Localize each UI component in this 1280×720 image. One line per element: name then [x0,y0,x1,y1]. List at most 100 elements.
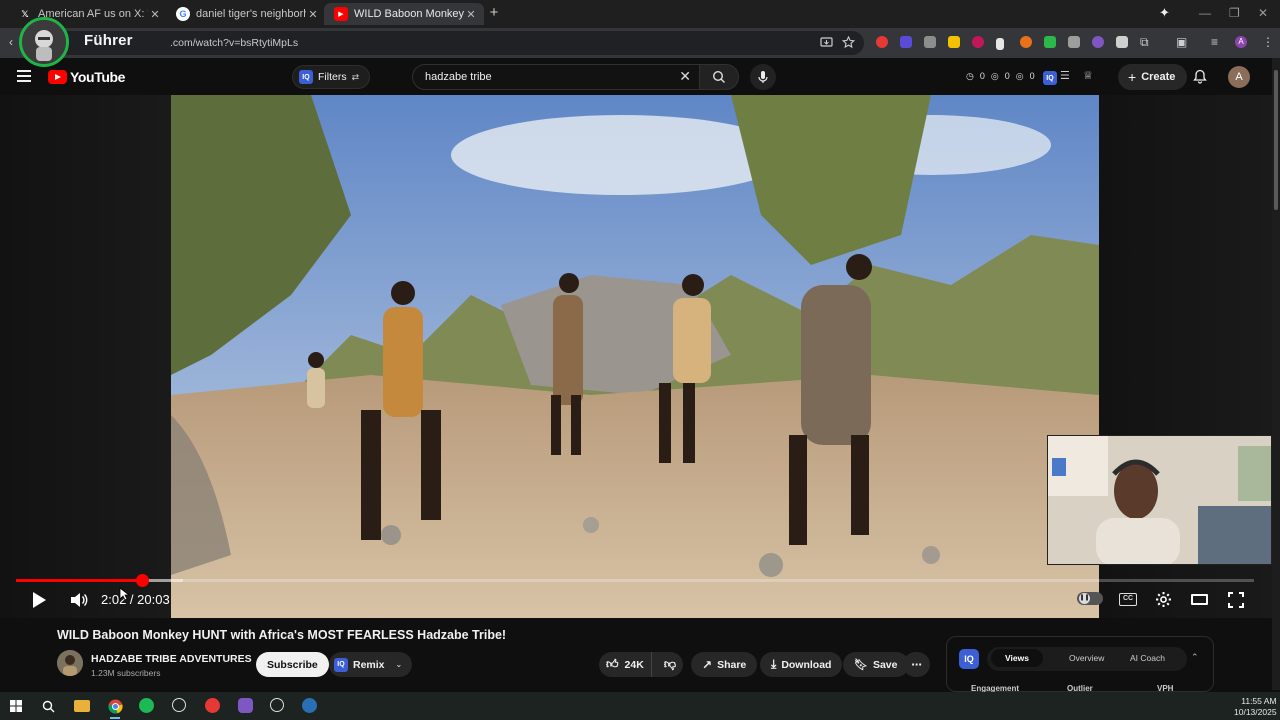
bookmark-icon: 🔖︎ [854,659,868,671]
create-button[interactable]: + Create [1118,64,1188,90]
played-bar [16,579,142,582]
create-label: Create [1141,71,1176,83]
extension-orange-icon[interactable] [1020,36,1032,48]
profile-avatar-icon[interactable]: A [1235,36,1247,48]
tab-title: American AF us on X: "One of th [38,8,148,20]
clock-date: 10/13/2025 [1234,707,1277,717]
channel-avatar[interactable] [57,650,83,676]
menu-hamburger-icon[interactable] [17,70,31,85]
fullscreen-icon[interactable] [1228,592,1244,608]
user-avatar[interactable]: A [1228,66,1250,88]
discord-icon[interactable] [238,698,253,713]
extension-red-icon[interactable] [876,36,888,48]
save-button[interactable]: 🔖︎ Save [843,652,909,677]
close-window-icon[interactable]: ✕ [1258,6,1268,20]
autoplay-toggle[interactable]: ❚❚ [1077,592,1103,605]
share-button[interactable]: ↗ Share [691,652,758,677]
file-explorer-icon[interactable] [74,700,90,712]
google-icon: G [176,7,190,21]
voice-search-button[interactable] [750,64,776,90]
more-menu-icon[interactable]: ⋮ [1262,35,1274,49]
extension-grey-icon[interactable] [924,36,936,48]
video-progress-bar[interactable] [16,574,1254,587]
extension-download-icon[interactable] [996,38,1004,50]
vidiq-logo-icon: IQ [959,649,979,669]
chrome-icon[interactable] [107,698,123,719]
sliders-icon: ⇄ [351,71,360,82]
mouse-cursor-icon [119,587,129,601]
captions-icon[interactable]: CC [1119,593,1137,606]
tab-title: WILD Baboon Monkey HUNT w [354,8,464,20]
volume-icon[interactable] [70,592,88,608]
vidiq-icon: IQ [334,657,348,672]
close-tab-icon[interactable]: ✕ [148,8,162,21]
extension-purple-icon[interactable] [1092,36,1104,48]
player-letterbox-left [0,95,171,618]
search-button[interactable] [699,64,739,90]
time-display: 2:02 / 20:03 [101,592,170,607]
download-button[interactable]: ⤓ Download [760,652,843,677]
browser-tab-youtube[interactable]: ▶ WILD Baboon Monkey HUNT w ✕ [324,3,484,25]
clear-search-icon[interactable]: ✕ [679,68,691,85]
extension-yellow-icon[interactable] [948,36,960,48]
app-circle-icon[interactable] [270,698,284,712]
like-button[interactable]: 👍︎ 24K [599,652,652,677]
close-tab-icon[interactable]: ✕ [306,8,320,21]
video-player[interactable]: 2:02 / 20:03 ❚❚ CC [0,95,1272,618]
steam-icon[interactable] [302,698,317,713]
vidiq-tab-ai-coach[interactable]: AI Coach [1130,653,1165,663]
remix-button[interactable]: IQ Remix ⌄ [329,652,413,677]
extensions-puzzle-icon[interactable]: ⧉ [1140,35,1149,50]
share-arrow-icon: ↗ [702,657,713,672]
vidiq-tab-views[interactable]: Views [991,649,1043,667]
pokeball-app-icon[interactable] [205,698,220,713]
spotify-icon[interactable] [139,698,154,713]
notifications-bell-icon[interactable] [1193,69,1207,84]
stat-value: 0 [1029,71,1035,81]
thumbs-up-icon: 👍︎ [606,657,619,671]
page-scrollbar[interactable] [1272,58,1280,690]
extension-green-icon[interactable] [1044,36,1056,48]
channel-name[interactable]: HADZABE TRIBE ADVENTURES [91,653,252,665]
extension-gamepad-icon[interactable] [1116,36,1128,48]
search-icon [712,70,725,83]
trophy-icon[interactable]: ♕ [1083,69,1093,82]
extension-translate-icon[interactable] [1068,36,1080,48]
system-clock[interactable]: 11:55 AM 10/13/2025 [1234,696,1277,718]
vidiq-filters-button[interactable]: IQ Filters ⇄ [292,65,371,89]
video-title: WILD Baboon Monkey HUNT with Africa's MO… [57,628,507,642]
sidepanel-icon[interactable]: ▣ [1176,35,1187,49]
more-horizontal-icon: ⋯ [911,658,922,671]
back-arrow-icon[interactable]: ‹ [9,35,13,49]
new-tab-icon[interactable]: + [486,5,502,21]
share-label: Share [717,658,747,671]
theater-mode-icon[interactable] [1191,594,1208,605]
more-actions-button[interactable]: ⋯ [903,652,930,677]
obs-icon[interactable] [172,698,186,712]
dislike-button[interactable]: 👎︎ [657,652,683,677]
sparkle-icon[interactable]: ✦ [1159,5,1170,21]
scrollbar-thumb[interactable] [1274,70,1278,210]
windows-start-icon[interactable] [8,698,24,714]
settings-gear-icon[interactable] [1155,591,1172,608]
vidiq-icon[interactable]: IQ [1043,71,1057,85]
extension-pink-icon[interactable] [972,36,984,48]
bookmark-star-icon[interactable] [842,36,855,49]
tab-search-icon[interactable]: ≡ [1211,35,1218,49]
minimize-icon[interactable]: — [1199,6,1211,20]
scrubber-handle[interactable] [135,574,149,587]
extension-s-icon[interactable] [900,36,912,48]
restore-icon[interactable]: ❐ [1229,6,1240,20]
collapse-chevron-icon[interactable]: ⌃ [1191,652,1199,663]
subscribe-button[interactable]: Subscribe [256,652,329,677]
browser-tab-google[interactable]: G daniel tiger's neighborhood - G ✕ [166,3,326,25]
play-icon[interactable] [30,590,48,610]
search-icon[interactable] [40,698,56,714]
close-tab-icon[interactable]: ✕ [464,8,478,21]
search-input[interactable]: hadzabe tribe ✕ [412,64,700,90]
vidiq-tab-overview[interactable]: Overview [1069,653,1104,663]
install-app-icon[interactable] [820,36,833,49]
vidiq-list-icon[interactable]: ☰ [1060,69,1070,82]
address-bar[interactable]: .com/watch?v=bsRtytiMpLs [34,31,864,55]
youtube-logo[interactable]: YouTube [48,69,125,85]
